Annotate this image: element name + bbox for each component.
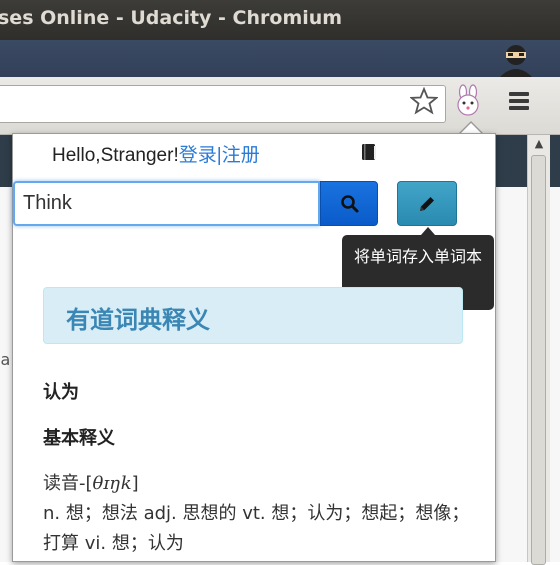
address-bar[interactable] [0, 85, 446, 123]
phonetic-close: ] [131, 473, 139, 494]
dictionary-heading-box: 有道词典释义 [43, 287, 463, 344]
scrollbar-thumb[interactable] [531, 155, 546, 565]
page-partial-text: la [0, 350, 11, 369]
dictionary-heading: 有道词典释义 [66, 306, 210, 334]
tooltip-arrow [421, 227, 435, 235]
save-word-button[interactable] [397, 181, 457, 226]
phonetic-line: 读音-[θɪŋk] [43, 469, 139, 495]
star-icon[interactable] [410, 87, 438, 115]
phonetic-value: θɪŋk [92, 473, 132, 494]
definition-text: n. 想；想法 adj. 思想的 vt. 想；认为；想起；想像；打算 vi. 想… [43, 503, 470, 554]
greeting-text: Hello,Stranger! [52, 145, 179, 166]
menu-icon[interactable] [506, 89, 532, 115]
page-scrollbar[interactable]: ▲ [527, 135, 550, 565]
register-link[interactable]: 注册 [222, 145, 260, 166]
search-icon [341, 195, 359, 213]
basic-definition-heading: 基本释义 [43, 428, 115, 449]
tab-strip [0, 40, 560, 77]
login-link[interactable]: 登录 [179, 145, 217, 166]
scroll-up-icon[interactable]: ▲ [528, 137, 550, 153]
window-title: ses Online - Udacity - Chromium [0, 7, 343, 29]
window-titlebar: ses Online - Udacity - Chromium [0, 0, 560, 40]
search-button[interactable] [320, 181, 378, 226]
greeting-line: Hello,Stranger!登录|注册 [52, 140, 260, 167]
extension-icon[interactable] [452, 84, 484, 120]
search-input[interactable] [15, 183, 313, 223]
phonetic-label: 读音-[ [43, 473, 93, 494]
book-icon[interactable] [361, 143, 377, 161]
search-field[interactable] [13, 181, 320, 226]
pencil-icon [420, 197, 434, 211]
dictionary-popup: Hello,Stranger!登录|注册 将单词存入单词本 有道词典释义 认为 … [12, 133, 496, 562]
translated-word: 认为 [43, 382, 79, 403]
incognito-icon [499, 45, 533, 78]
